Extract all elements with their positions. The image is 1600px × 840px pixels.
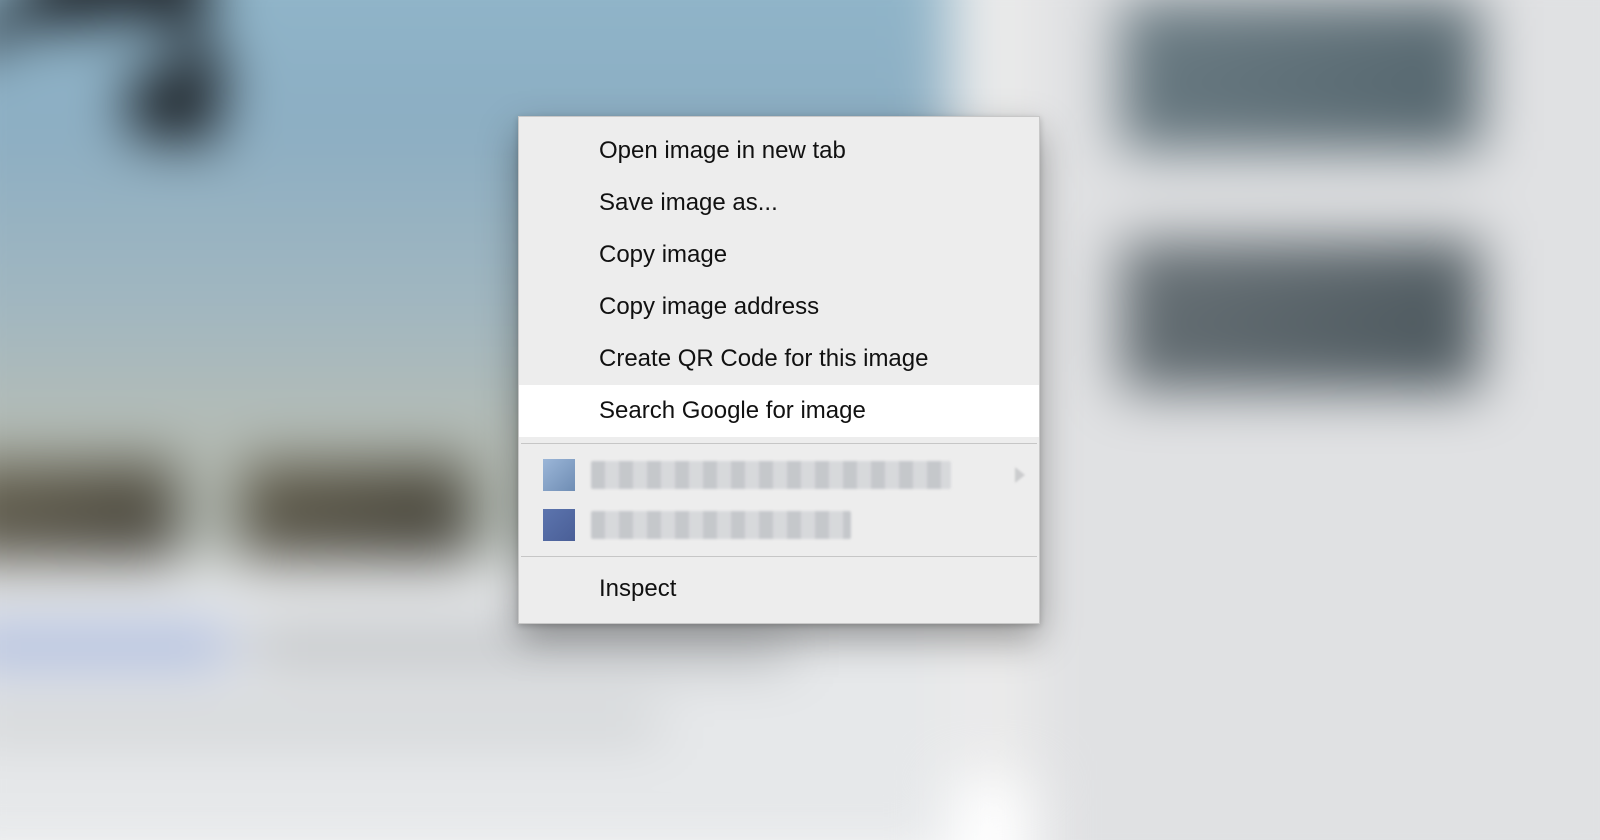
menu-item-label: Copy image address xyxy=(599,293,819,320)
menu-item-label: Inspect xyxy=(599,575,676,602)
redacted-text xyxy=(591,511,851,539)
extension-icon xyxy=(543,459,575,491)
menu-item-copy-image[interactable]: Copy image xyxy=(519,229,1039,281)
menu-separator xyxy=(521,556,1037,557)
menu-item-create-qr-code[interactable]: Create QR Code for this image xyxy=(519,333,1039,385)
redacted-text xyxy=(591,461,951,489)
menu-item-label: Copy image xyxy=(599,241,727,268)
menu-item-label: Search Google for image xyxy=(599,397,866,424)
menu-item-extension-redacted-2[interactable] xyxy=(519,500,1039,550)
menu-item-copy-image-address[interactable]: Copy image address xyxy=(519,281,1039,333)
extension-icon xyxy=(543,509,575,541)
menu-item-label: Open image in new tab xyxy=(599,137,846,164)
menu-item-label: Create QR Code for this image xyxy=(599,345,928,372)
image-context-menu: Open image in new tab Save image as... C… xyxy=(518,116,1040,624)
menu-item-extension-redacted-1[interactable] xyxy=(519,450,1039,500)
menu-item-save-image-as[interactable]: Save image as... xyxy=(519,177,1039,229)
submenu-chevron-icon xyxy=(1015,467,1025,483)
menu-item-inspect[interactable]: Inspect xyxy=(519,563,1039,615)
menu-separator xyxy=(521,443,1037,444)
menu-item-label: Save image as... xyxy=(599,189,778,216)
menu-item-search-google-for-image[interactable]: Search Google for image xyxy=(519,385,1039,437)
menu-item-open-image-new-tab[interactable]: Open image in new tab xyxy=(519,125,1039,177)
